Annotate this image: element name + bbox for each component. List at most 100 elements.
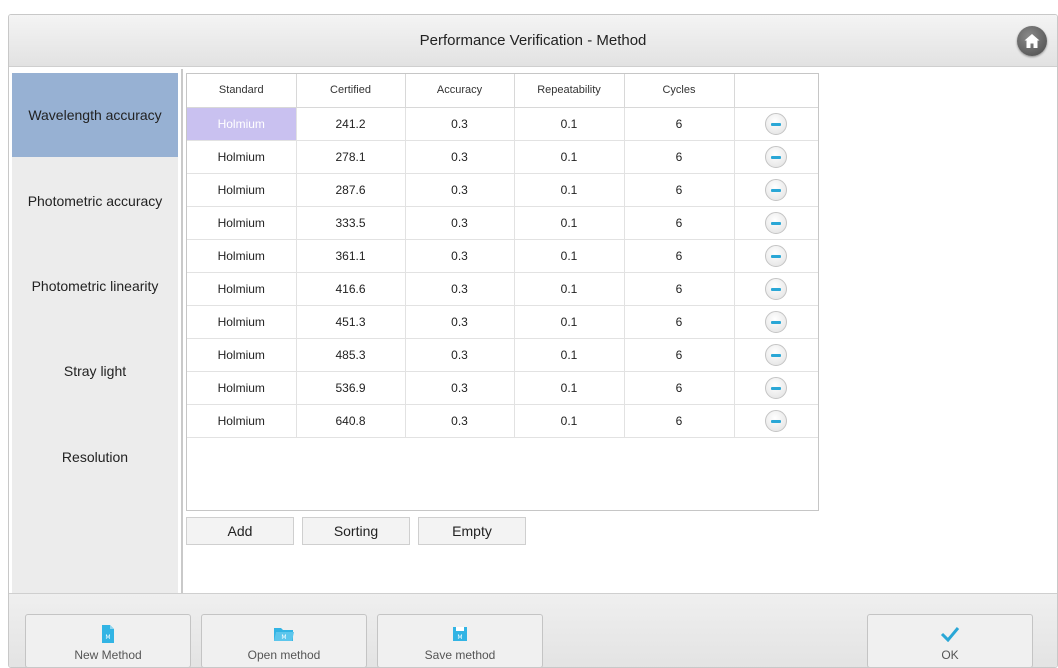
cell-accuracy[interactable]: 0.3: [405, 338, 515, 372]
cell-standard[interactable]: Holmium: [187, 206, 297, 240]
remove-row-icon[interactable]: [765, 277, 788, 300]
table-header-row: Standard Certified Accuracy Repeatabilit…: [187, 74, 818, 108]
cell-cycles[interactable]: 6: [624, 107, 735, 141]
remove-row-icon[interactable]: [765, 310, 788, 333]
column-header-repeatability: Repeatability: [514, 74, 625, 108]
sorting-button[interactable]: Sorting: [302, 517, 410, 545]
sidebar-item-wavelength-accuracy[interactable]: Wavelength accuracy: [12, 73, 178, 157]
empty-button[interactable]: Empty: [418, 517, 526, 545]
save-method-button[interactable]: M Save method: [377, 614, 543, 667]
svg-text:M: M: [457, 634, 462, 641]
column-header-certified: Certified: [296, 74, 406, 108]
cell-repeatability[interactable]: 0.1: [514, 404, 625, 438]
home-button[interactable]: [1017, 26, 1047, 56]
cell-accuracy[interactable]: 0.3: [405, 272, 515, 306]
cell-standard[interactable]: Holmium: [187, 338, 297, 372]
table-row: Holmium 287.6 0.3 0.1 6: [187, 173, 818, 207]
table-row: Holmium 416.6 0.3 0.1 6: [187, 272, 818, 306]
cell-certified[interactable]: 536.9: [296, 371, 406, 405]
remove-row-icon[interactable]: [765, 376, 788, 399]
save-method-label: Save method: [424, 648, 496, 662]
cell-certified[interactable]: 333.5: [296, 206, 406, 240]
cell-standard[interactable]: Holmium: [187, 239, 297, 273]
table-row: Holmium 485.3 0.3 0.1 6: [187, 338, 818, 372]
sidebar-item-label: Resolution: [61, 449, 129, 465]
sidebar-item-stray-light[interactable]: Stray light: [12, 329, 178, 413]
cell-cycles[interactable]: 6: [624, 338, 735, 372]
cell-accuracy[interactable]: 0.3: [405, 404, 515, 438]
cell-repeatability[interactable]: 0.1: [514, 173, 625, 207]
cell-cycles[interactable]: 6: [624, 305, 735, 339]
cell-actions: [734, 239, 818, 273]
sidebar-item-resolution[interactable]: Resolution: [12, 415, 178, 499]
svg-text:M: M: [105, 634, 110, 641]
column-header-accuracy: Accuracy: [405, 74, 515, 108]
cell-standard[interactable]: Holmium: [187, 404, 297, 438]
cell-cycles[interactable]: 6: [624, 404, 735, 438]
cell-actions: [734, 371, 818, 405]
new-file-icon: M: [101, 625, 115, 643]
cell-certified[interactable]: 241.2: [296, 107, 406, 141]
remove-row-icon[interactable]: [765, 211, 788, 234]
cell-standard[interactable]: Holmium: [187, 140, 297, 174]
open-method-button[interactable]: M Open method: [201, 614, 367, 667]
cell-actions: [734, 206, 818, 240]
cell-accuracy[interactable]: 0.3: [405, 305, 515, 339]
cell-repeatability[interactable]: 0.1: [514, 272, 625, 306]
cell-cycles[interactable]: 6: [624, 272, 735, 306]
cell-certified[interactable]: 451.3: [296, 305, 406, 339]
column-header-actions: [734, 74, 818, 108]
cell-accuracy[interactable]: 0.3: [405, 107, 515, 141]
sidebar-item-photometric-linearity[interactable]: Photometric linearity: [12, 244, 178, 328]
cell-standard[interactable]: Holmium: [187, 272, 297, 306]
remove-row-icon[interactable]: [765, 409, 788, 432]
cell-accuracy[interactable]: 0.3: [405, 206, 515, 240]
remove-row-icon[interactable]: [765, 178, 788, 201]
sidebar-item-photometric-accuracy[interactable]: Photometric accuracy: [12, 159, 178, 243]
cell-cycles[interactable]: 6: [624, 140, 735, 174]
cell-certified[interactable]: 287.6: [296, 173, 406, 207]
cell-certified[interactable]: 278.1: [296, 140, 406, 174]
cell-certified[interactable]: 416.6: [296, 272, 406, 306]
remove-row-icon[interactable]: [765, 145, 788, 168]
save-disk-icon: M: [452, 625, 468, 643]
cell-repeatability[interactable]: 0.1: [514, 140, 625, 174]
table-row: Holmium 451.3 0.3 0.1 6: [187, 305, 818, 339]
cell-repeatability[interactable]: 0.1: [514, 239, 625, 273]
cell-certified[interactable]: 640.8: [296, 404, 406, 438]
cell-standard[interactable]: Holmium: [187, 173, 297, 207]
cell-cycles[interactable]: 6: [624, 173, 735, 207]
ok-button[interactable]: OK: [867, 614, 1033, 667]
open-folder-icon: M: [273, 625, 295, 643]
table-row: Holmium 278.1 0.3 0.1 6: [187, 140, 818, 174]
home-icon: [1024, 34, 1040, 48]
cell-actions: [734, 305, 818, 339]
cell-accuracy[interactable]: 0.3: [405, 239, 515, 273]
cell-accuracy[interactable]: 0.3: [405, 140, 515, 174]
cell-cycles[interactable]: 6: [624, 206, 735, 240]
remove-row-icon[interactable]: [765, 112, 788, 135]
cell-standard[interactable]: Holmium: [187, 305, 297, 339]
window-title: Performance Verification - Method: [419, 32, 647, 49]
cell-repeatability[interactable]: 0.1: [514, 206, 625, 240]
remove-row-icon[interactable]: [765, 343, 788, 366]
cell-actions: [734, 140, 818, 174]
new-method-button[interactable]: M New Method: [25, 614, 191, 667]
cell-repeatability[interactable]: 0.1: [514, 305, 625, 339]
cell-accuracy[interactable]: 0.3: [405, 371, 515, 405]
cell-standard[interactable]: Holmium: [187, 371, 297, 405]
add-button[interactable]: Add: [186, 517, 294, 545]
cell-accuracy[interactable]: 0.3: [405, 173, 515, 207]
remove-row-icon[interactable]: [765, 244, 788, 267]
cell-cycles[interactable]: 6: [624, 239, 735, 273]
cell-certified[interactable]: 485.3: [296, 338, 406, 372]
cell-certified[interactable]: 361.1: [296, 239, 406, 273]
cell-repeatability[interactable]: 0.1: [514, 371, 625, 405]
cell-standard[interactable]: Holmium: [187, 107, 297, 141]
cell-repeatability[interactable]: 0.1: [514, 338, 625, 372]
cell-cycles[interactable]: 6: [624, 371, 735, 405]
ok-label: OK: [941, 648, 959, 662]
cell-repeatability[interactable]: 0.1: [514, 107, 625, 141]
wavelength-table: Standard Certified Accuracy Repeatabilit…: [186, 73, 819, 511]
title-bar: Performance Verification - Method: [9, 15, 1057, 67]
